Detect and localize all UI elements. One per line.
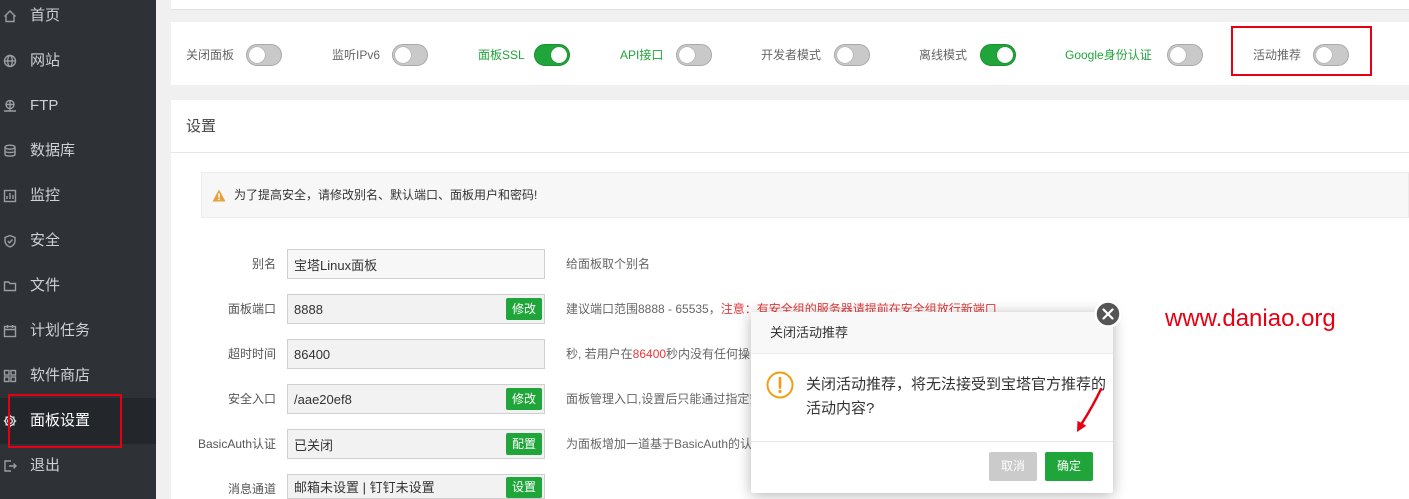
sidebar-item-monitor[interactable]: 监控 <box>0 184 156 208</box>
toggle-knob <box>249 47 265 63</box>
toggle-offline-mode[interactable] <box>980 44 1016 66</box>
sidebar-item-label: FTP <box>30 97 59 114</box>
shield-icon <box>3 234 17 248</box>
sidebar-item-logout[interactable]: 退出 <box>0 454 156 478</box>
field-label: 安全入口 <box>227 392 276 406</box>
annotation-arrow-icon <box>1077 387 1103 432</box>
sidebar-item-label: 网站 <box>30 52 61 69</box>
toggle-knob <box>551 47 567 63</box>
hint-text: 面板管理入口,设置后只能通过指定安 <box>566 392 762 406</box>
hint-text: 为面板增加一道基于BasicAuth的认 <box>566 437 753 451</box>
hint-text: 秒内没有任何操 <box>666 347 751 361</box>
monitor-icon <box>3 189 17 203</box>
toggle-knob <box>679 47 695 63</box>
field-hint: 为面板增加一道基于BasicAuth的认 <box>566 429 752 459</box>
toggle-panel-ssl[interactable] <box>534 44 570 66</box>
sidebar-item-label: 监控 <box>30 187 61 204</box>
annotation-box-panel-settings <box>8 394 122 448</box>
hint-value-text: 86400 <box>632 347 667 361</box>
toggle-close-panel[interactable] <box>246 44 282 66</box>
top-panel-edge <box>171 0 1409 10</box>
sidebar-item-app-store[interactable]: 软件商店 <box>0 364 156 388</box>
sidebar-item-home[interactable]: 首页 <box>0 4 156 28</box>
toggle-api[interactable] <box>676 44 712 66</box>
field-label: 超时时间 <box>227 347 276 361</box>
page-title: 设置 <box>186 118 217 135</box>
notice-text: 为了提高安全，请修改别名、默认端口、面板用户和密码! <box>234 188 538 202</box>
hint-text: 给面板取个别名 <box>566 257 651 271</box>
hint-text: 建议端口范围8888 - 65535， <box>566 302 721 316</box>
edit-port-button[interactable]: 修改 <box>506 298 542 320</box>
toggle-knob <box>997 47 1013 63</box>
sidebar-item-label: 计划任务 <box>30 322 91 339</box>
field-label: 面板端口 <box>227 302 276 316</box>
toggle-label-listen-ipv6: 监听IPv6 <box>332 48 381 62</box>
toggle-panel: 关闭面板 监听IPv6 面板SSL API接口 开发者模式 离线模式 Googl… <box>171 22 1409 85</box>
folder-icon <box>3 279 17 293</box>
cancel-button[interactable]: 取消 <box>989 452 1037 481</box>
calendar-icon <box>3 324 17 338</box>
edit-security-entry-button[interactable]: 修改 <box>506 388 542 410</box>
sidebar-item-files[interactable]: 文件 <box>0 274 156 298</box>
logout-icon <box>3 459 17 473</box>
warning-triangle-icon <box>212 189 226 202</box>
confirm-button[interactable]: 确定 <box>1045 452 1093 481</box>
grid-icon <box>3 369 17 383</box>
sidebar-item-label: 软件商店 <box>30 367 91 384</box>
toggle-google-auth[interactable] <box>1167 44 1203 66</box>
sidebar-item-cron[interactable]: 计划任务 <box>0 319 156 343</box>
sidebar-item-label: 安全 <box>30 232 61 249</box>
app-window: 首页 网站 FTP 数据库 监控 安全 文件 计划任务 软件商店 面板设置 退出… <box>0 0 1409 499</box>
field-hint: 给面板取个别名 <box>566 249 650 279</box>
dialog-title: 关闭活动推荐 <box>770 325 849 340</box>
annotation-box-activity-recommend <box>1231 26 1372 76</box>
sidebar-item-database[interactable]: 数据库 <box>0 139 156 163</box>
sidebar-item-website[interactable]: 网站 <box>0 49 156 73</box>
sidebar-item-security[interactable]: 安全 <box>0 229 156 253</box>
hint-text: 秒, 若用户在 <box>566 347 633 361</box>
toggle-knob <box>837 47 853 63</box>
toggle-label-panel-ssl[interactable]: 面板SSL <box>478 47 525 63</box>
toggle-knob <box>1170 47 1186 63</box>
toggle-listen-ipv6[interactable] <box>392 44 428 66</box>
watermark-text: www.daniao.org <box>1165 305 1336 332</box>
sidebar-item-label: 数据库 <box>30 142 76 159</box>
field-hint: 秒, 若用户在86400秒内没有任何操 <box>566 339 750 369</box>
security-notice: 为了提高安全，请修改别名、默认端口、面板用户和密码! <box>201 172 1409 218</box>
toggle-label-api[interactable]: API接口 <box>620 47 663 63</box>
toggle-knob <box>395 47 411 63</box>
close-icon[interactable] <box>1094 300 1122 328</box>
ftp-icon <box>3 99 17 113</box>
globe-icon <box>3 54 17 68</box>
home-icon <box>3 9 17 23</box>
timeout-input[interactable] <box>287 339 545 369</box>
dialog-footer: 取消 确定 <box>751 441 1113 493</box>
sidebar-item-label: 退出 <box>30 457 61 474</box>
setup-message-channel-button[interactable]: 设置 <box>506 477 542 498</box>
sidebar-item-label: 文件 <box>30 277 61 294</box>
field-label: 别名 <box>251 257 276 271</box>
toggle-label-google-auth[interactable]: Google身份认证 <box>1065 47 1152 63</box>
sidebar-item-ftp[interactable]: FTP <box>0 94 156 118</box>
field-label: 消息通道 <box>227 482 276 496</box>
alias-input[interactable] <box>287 249 545 279</box>
sidebar-item-label: 首页 <box>30 7 61 24</box>
warning-icon <box>766 371 794 399</box>
divider <box>171 152 1409 153</box>
confirm-dialog: 关闭活动推荐 关闭活动推荐，将无法接受到宝塔官方推荐的活动内容? 取消 确定 <box>751 300 1122 493</box>
toggle-label-developer-mode: 开发者模式 <box>761 48 822 62</box>
field-label: BasicAuth认证 <box>197 437 276 451</box>
database-icon <box>3 144 17 158</box>
configure-basic-auth-button[interactable]: 配置 <box>506 433 542 455</box>
toggle-label-close-panel: 关闭面板 <box>186 48 235 62</box>
field-hint: 面板管理入口,设置后只能通过指定安 <box>566 384 761 414</box>
toggle-developer-mode[interactable] <box>834 44 870 66</box>
form-row-alias: 别名 给面板取个别名 <box>171 249 1409 279</box>
toggle-label-offline-mode: 离线模式 <box>919 48 968 62</box>
dialog-header: 关闭活动推荐 <box>751 312 1113 354</box>
